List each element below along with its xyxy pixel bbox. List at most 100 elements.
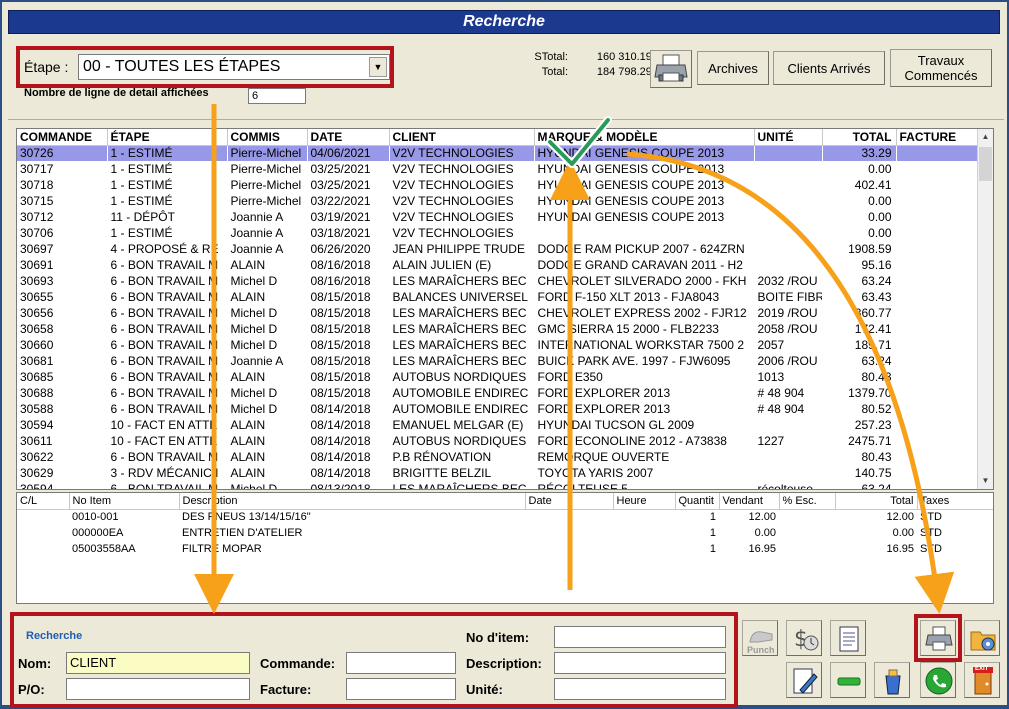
description-input[interactable] xyxy=(554,652,726,674)
detail-header-cell[interactable]: No Item xyxy=(69,493,180,510)
detail-row[interactable]: 05003558AA FILTRE MOPAR 1 16.95 16.95 STD xyxy=(17,541,993,557)
cleaner-button[interactable] xyxy=(874,662,910,698)
table-cell: CHEVROLET EXPRESS 2002 - FJR12 xyxy=(537,306,747,320)
print-totals-button[interactable] xyxy=(650,50,692,88)
table-cell: 08/15/2018 xyxy=(310,370,371,384)
table-cell: DODGE RAM PICKUP 2007 - 624ZRN xyxy=(537,242,745,256)
table-cell xyxy=(754,257,822,273)
table-row[interactable]: 30685 6 - BON TRAVAIL M ALAIN 08/15/2018 AUT… xyxy=(17,369,979,385)
minus-button[interactable] xyxy=(830,662,866,698)
detail-cell xyxy=(525,525,613,541)
table-row[interactable]: 30693 6 - BON TRAVAIL M Michel D 08/16/2018… xyxy=(17,273,979,289)
detail-header-cell[interactable]: Vendant xyxy=(719,493,780,510)
etape-select[interactable]: 00 - TOUTES LES ÉTAPES ▼ xyxy=(78,54,390,80)
table-cell: 08/14/2018 xyxy=(310,466,371,480)
detail-header-cell[interactable]: Taxes xyxy=(917,493,993,510)
po-input[interactable] xyxy=(66,678,250,700)
detail-header-cell[interactable]: Description xyxy=(179,493,526,510)
detail-grid[interactable]: C/L No Item Description Date Heure Quantit Ven… xyxy=(16,492,994,604)
table-row[interactable]: 30660 6 - BON TRAVAIL M Michel D 08/15/2018… xyxy=(17,337,979,353)
table-row[interactable]: 30658 6 - BON TRAVAIL M Michel D 08/15/2018… xyxy=(17,321,979,337)
detail-header-cell[interactable]: C/L xyxy=(17,493,70,510)
table-row[interactable]: 30717 1 - ESTIMÉ Pierre-Michel 03/25/2021 V2… xyxy=(17,161,979,177)
document-button[interactable] xyxy=(830,620,866,656)
table-cell xyxy=(896,305,979,321)
table-cell xyxy=(754,225,822,241)
archives-button[interactable]: Archives xyxy=(697,51,769,85)
nom-input[interactable]: CLIENT xyxy=(66,652,250,674)
facture-input[interactable] xyxy=(346,678,456,700)
table-row[interactable]: 30691 6 - BON TRAVAIL M ALAIN 08/16/2018 ALA… xyxy=(17,257,979,273)
exit-button[interactable]: EXIT xyxy=(964,662,1000,698)
orders-grid[interactable]: COMMANDE ÉTAPE COMMIS DATE CLIENT MARQUE & MO… xyxy=(16,128,994,490)
table-row[interactable]: 30622 6 - BON TRAVAIL M ALAIN 08/14/2018 P.B… xyxy=(17,449,979,465)
grid-header-cell[interactable]: FACTURE xyxy=(896,129,980,146)
table-row[interactable]: 30726 1 - ESTIMÉ Pierre-Michel 04/06/2021 V2… xyxy=(17,145,979,161)
table-cell xyxy=(896,385,979,401)
table-cell xyxy=(896,257,979,273)
edit-document-button[interactable] xyxy=(786,662,822,698)
detail-cell: 0010-001 xyxy=(72,511,119,524)
scroll-thumb[interactable] xyxy=(979,147,992,181)
phone-button[interactable] xyxy=(920,662,956,698)
table-row[interactable]: 30715 1 - ESTIMÉ Pierre-Michel 03/22/2021 V2… xyxy=(17,193,979,209)
commande-input[interactable] xyxy=(346,652,456,674)
detail-header-cell[interactable]: Date xyxy=(525,493,614,510)
table-cell: Michel D xyxy=(230,306,278,320)
table-cell: 6 - BON TRAVAIL M xyxy=(110,274,219,288)
table-row[interactable]: 30697 4 - PROPOSÉ & RÉ Joannie A 06/26/2020… xyxy=(17,241,979,257)
table-row[interactable]: 30611 10 - FACT EN ATTE ALAIN 08/14/2018 AUT… xyxy=(17,433,979,449)
table-cell: Michel D xyxy=(230,386,278,400)
table-row[interactable]: 30712 11 - DÉPÔT Joannie A 03/19/2021 V2V TE… xyxy=(17,209,979,225)
grid-header-cell[interactable]: COMMIS xyxy=(227,129,308,146)
clients-arrives-button[interactable]: Clients Arrivés xyxy=(773,51,885,85)
detail-header-cell[interactable]: Quantit xyxy=(675,493,720,510)
travaux-commences-button[interactable]: Travaux Commencés xyxy=(890,49,992,87)
table-cell xyxy=(896,225,979,241)
grid-header-cell[interactable]: COMMANDE xyxy=(17,129,108,146)
detail-header-cell[interactable]: Total xyxy=(835,493,918,510)
table-row[interactable]: 30594 6 - BON TRAVAIL M Michel D 08/13/2018… xyxy=(17,481,979,489)
table-cell: Pierre-Michel xyxy=(230,194,302,208)
table-cell: 1227 xyxy=(757,434,785,448)
table-cell xyxy=(754,241,822,257)
grid-header-cell[interactable]: ÉTAPE xyxy=(107,129,228,146)
table-row[interactable]: 30718 1 - ESTIMÉ Pierre-Michel 03/25/2021 V2… xyxy=(17,177,979,193)
scroll-down-icon[interactable]: ▼ xyxy=(978,473,993,489)
detail-row[interactable]: 000000EA ENTRETIEN D'ATELIER 1 0.00 0.00 STD xyxy=(17,525,993,541)
no-item-input[interactable] xyxy=(554,626,726,648)
grid-header-cell[interactable]: UNITÉ xyxy=(754,129,823,146)
dropdown-arrow-icon[interactable]: ▼ xyxy=(369,57,387,77)
table-row[interactable]: 30706 1 - ESTIMÉ Joannie A 03/18/2021 V2V TE… xyxy=(17,225,979,241)
grid-header-cell[interactable]: CLIENT xyxy=(389,129,535,146)
table-row[interactable]: 30588 6 - BON TRAVAIL M Michel D 08/14/2018… xyxy=(17,401,979,417)
settings-button[interactable] xyxy=(964,620,1000,656)
scroll-up-icon[interactable]: ▲ xyxy=(978,129,993,145)
table-row[interactable]: 30594 10 - FACT EN ATTE ALAIN 08/14/2018 EMA… xyxy=(17,417,979,433)
grid-header-cell[interactable]: MARQUE & MODÈLE xyxy=(534,129,755,146)
grid-header-cell[interactable]: TOTAL xyxy=(822,129,897,146)
grid-scrollbar[interactable]: ▲ ▼ xyxy=(977,129,993,489)
money-clock-button[interactable]: $ xyxy=(786,620,822,656)
grid-header-cell[interactable]: DATE xyxy=(307,129,390,146)
unite-input[interactable] xyxy=(554,678,726,700)
table-cell: 6 - BON TRAVAIL M xyxy=(110,306,219,320)
nb-lignes-input[interactable]: 6 xyxy=(248,88,306,104)
table-row[interactable]: 30655 6 - BON TRAVAIL M ALAIN 08/15/2018 BAL… xyxy=(17,289,979,305)
table-row[interactable]: 30688 6 - BON TRAVAIL M Michel D 08/15/2018… xyxy=(17,385,979,401)
table-row[interactable]: 30656 6 - BON TRAVAIL M Michel D 08/15/2018… xyxy=(17,305,979,321)
table-cell xyxy=(754,465,822,481)
detail-header-row: C/L No Item Description Date Heure Quantit Ven… xyxy=(17,493,993,510)
table-row[interactable]: 30629 3 - RDV MÉCANICII ALAIN 08/14/2018 BRI… xyxy=(17,465,979,481)
detail-header-cell[interactable]: % Esc. xyxy=(779,493,836,510)
table-cell: 2006 /ROU xyxy=(757,354,818,368)
table-cell: LES MARAÎCHERS BEC xyxy=(392,354,527,368)
punch-label: Punch xyxy=(747,645,775,655)
spray-bottle-icon xyxy=(885,669,901,695)
table-cell: 30688 xyxy=(20,386,54,400)
table-row[interactable]: 30681 6 - BON TRAVAIL M Joannie A 08/15/201… xyxy=(17,353,979,369)
punch-button[interactable]: Punch xyxy=(742,620,778,656)
detail-header-cell[interactable]: Heure xyxy=(613,493,676,510)
table-cell: ALAIN xyxy=(230,466,266,480)
detail-row[interactable]: 0010-001 DES PNEUS 13/14/15/16" 1 12.00 12.0… xyxy=(17,509,993,525)
